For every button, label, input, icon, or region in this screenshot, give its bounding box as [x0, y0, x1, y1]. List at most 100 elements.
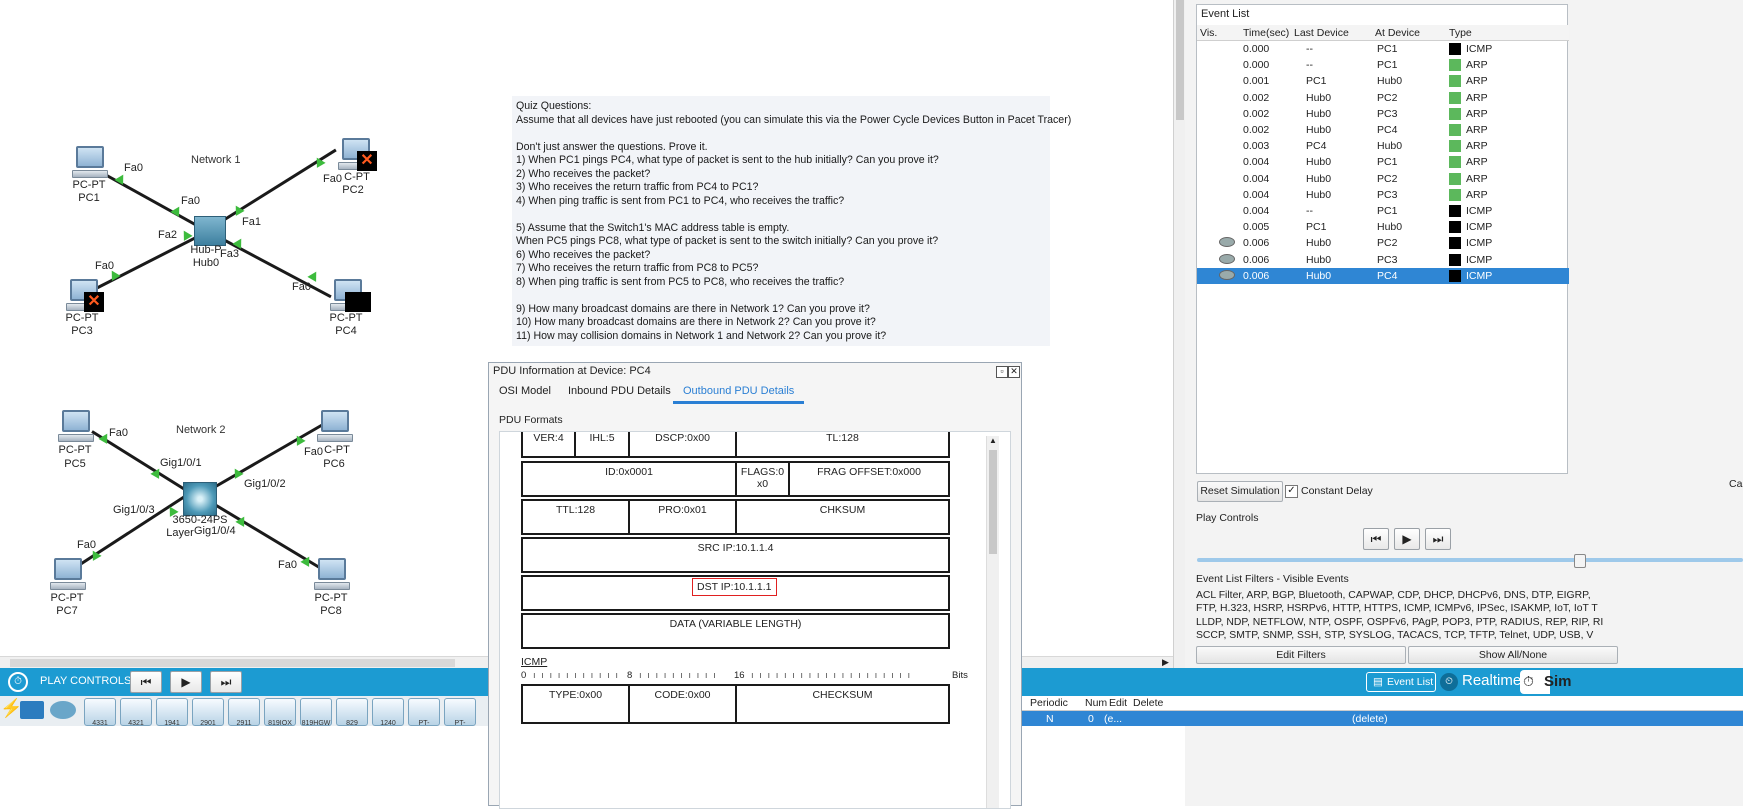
- play-button[interactable]: ▶: [1394, 528, 1420, 550]
- timer-icon[interactable]: ⏱: [8, 672, 28, 692]
- device-tile[interactable]: 1941: [156, 698, 188, 726]
- col-last-device: Last Device: [1294, 27, 1349, 39]
- tab-outbound-pdu[interactable]: Outbound PDU Details: [673, 385, 805, 404]
- device-tile[interactable]: 4321: [120, 698, 152, 726]
- event-row[interactable]: 0.002 Hub0 PC4 ARP: [1197, 122, 1569, 138]
- ip-ttl-field: TTL:128: [521, 499, 630, 535]
- bit-8: 8: [627, 670, 633, 681]
- reset-simulation-button[interactable]: Reset Simulation: [1197, 481, 1283, 502]
- event-row[interactable]: 0.005 PC1 Hub0 ICMP: [1197, 219, 1569, 235]
- event-color-swatch[interactable]: [1449, 269, 1461, 282]
- col-vis: Vis.: [1200, 27, 1218, 39]
- event-row[interactable]: 0.000 -- PC1 ARP: [1197, 57, 1569, 73]
- event-row[interactable]: 0.002 Hub0 PC2 ARP: [1197, 90, 1569, 106]
- filters-line: ACL Filter, ARP, BGP, Bluetooth, CAPWAP,…: [1196, 590, 1591, 601]
- event-row[interactable]: 0.006 Hub0 PC2 ICMP: [1197, 235, 1569, 251]
- event-row[interactable]: 0.004 -- PC1 ICMP: [1197, 203, 1569, 219]
- event-color-swatch[interactable]: [1449, 172, 1461, 185]
- pdu-scrollbar[interactable]: ▲: [986, 436, 999, 808]
- device-tile[interactable]: 819HGW: [300, 698, 332, 726]
- device-tile[interactable]: PT-Empty: [444, 698, 476, 726]
- pc-icon[interactable]: [314, 558, 350, 592]
- visibility-eye-icon[interactable]: [1219, 253, 1235, 264]
- switch-icon[interactable]: [183, 482, 217, 516]
- constant-delay-checkbox[interactable]: ✓: [1285, 485, 1298, 498]
- bottom-step-forward-button[interactable]: ⏭: [210, 671, 242, 693]
- realtime-mode-tab[interactable]: Realtime: [1462, 672, 1521, 689]
- tab-osi-model[interactable]: OSI Model: [499, 385, 551, 401]
- cloud-icon[interactable]: [50, 701, 76, 719]
- restore-icon[interactable]: ▫: [996, 366, 1008, 378]
- event-color-swatch[interactable]: [1449, 124, 1461, 136]
- edit-filters-button[interactable]: Edit Filters: [1196, 646, 1406, 664]
- device-tile[interactable]: 1240: [372, 698, 404, 726]
- simulation-mode-tab[interactable]: ⏱ Sim: [1520, 670, 1572, 694]
- stopwatch-icon: ⏱: [1523, 673, 1534, 689]
- hub-icon[interactable]: [194, 216, 226, 246]
- close-icon[interactable]: ✕: [1008, 366, 1020, 378]
- event-color-swatch[interactable]: [1449, 59, 1461, 72]
- show-all-none-button[interactable]: Show All/None: [1408, 646, 1618, 664]
- event-row[interactable]: 0.004 Hub0 PC3 ARP: [1197, 187, 1569, 203]
- pdu-window-title: PDU Information at Device: PC4: [493, 365, 651, 377]
- event-row[interactable]: 0.003 PC4 Hub0 ARP: [1197, 138, 1569, 154]
- step-back-button[interactable]: ⏮: [1363, 528, 1389, 550]
- scroll-thumb[interactable]: [1176, 0, 1184, 120]
- event-row[interactable]: 0.004 Hub0 PC2 ARP: [1197, 171, 1569, 187]
- event-type: ARP: [1466, 59, 1488, 72]
- speed-slider[interactable]: [1197, 554, 1743, 568]
- pdu-edit[interactable]: (e...: [1104, 713, 1122, 725]
- device-tile[interactable]: 829: [336, 698, 368, 726]
- bottom-play-button[interactable]: ▶: [170, 671, 202, 693]
- scroll-thumb[interactable]: [10, 659, 455, 667]
- pc-icon[interactable]: [317, 410, 353, 444]
- device-tile[interactable]: 819IOX: [264, 698, 296, 726]
- event-row[interactable]: 0.006 Hub0 PC4 ICMP: [1197, 267, 1569, 284]
- scroll-up-icon[interactable]: ▲: [987, 436, 999, 445]
- event-color-swatch[interactable]: [1449, 156, 1461, 169]
- pdu-delete[interactable]: (delete): [1352, 713, 1388, 725]
- capture-label: Ca: [1729, 478, 1743, 490]
- constant-delay-label: Constant Delay: [1301, 485, 1373, 497]
- realtime-clock-icon[interactable]: ⏲: [1440, 673, 1458, 691]
- device-tile[interactable]: 2911: [228, 698, 260, 726]
- user-pdu-row[interactable]: N 0 (e... (delete): [1020, 711, 1743, 726]
- pc-icon[interactable]: [58, 410, 94, 444]
- event-color-swatch[interactable]: [1449, 91, 1461, 104]
- scroll-thumb[interactable]: [989, 450, 997, 554]
- event-row[interactable]: 0.004 Hub0 PC1 ARP: [1197, 154, 1569, 170]
- event-row[interactable]: 0.006 Hub0 PC3 ICMP: [1197, 252, 1569, 268]
- event-row[interactable]: 0.002 Hub0 PC3 ARP: [1197, 106, 1569, 122]
- event-color-swatch[interactable]: [1449, 107, 1461, 120]
- event-last-device: Hub0: [1306, 107, 1332, 120]
- pc-icon[interactable]: [72, 146, 108, 180]
- step-forward-button[interactable]: ⏭: [1425, 528, 1451, 550]
- device-tile[interactable]: 4331: [84, 698, 116, 726]
- device-tile[interactable]: PT-Router: [408, 698, 440, 726]
- event-color-swatch[interactable]: [1449, 237, 1461, 250]
- event-color-swatch[interactable]: [1449, 205, 1461, 217]
- event-color-swatch[interactable]: [1449, 253, 1461, 266]
- visibility-eye-icon[interactable]: [1219, 269, 1235, 280]
- folder-icon[interactable]: [20, 701, 44, 719]
- ip-frag-offset-field: FRAG OFFSET:0x000: [788, 461, 950, 497]
- event-color-swatch[interactable]: [1449, 221, 1461, 234]
- event-color-swatch[interactable]: [1449, 188, 1461, 201]
- event-list-toggle[interactable]: ▤ Event List: [1366, 672, 1436, 692]
- device-tile-label: 819HGW: [301, 720, 331, 726]
- speed-slider-thumb[interactable]: [1574, 554, 1587, 568]
- event-color-swatch[interactable]: [1449, 140, 1461, 153]
- event-last-device: Hub0: [1306, 253, 1332, 266]
- event-color-swatch[interactable]: [1449, 43, 1461, 55]
- bottom-step-back-button[interactable]: ⏮: [130, 671, 162, 693]
- pc-icon[interactable]: [50, 558, 86, 592]
- scroll-right-icon[interactable]: ▶: [1162, 657, 1169, 668]
- tab-inbound-pdu[interactable]: Inbound PDU Details: [568, 385, 671, 401]
- play-controls-title: Play Controls: [1196, 512, 1259, 524]
- event-row[interactable]: 0.000 -- PC1 ICMP: [1197, 41, 1569, 57]
- visibility-eye-icon[interactable]: [1219, 237, 1235, 248]
- device-tile[interactable]: 2901: [192, 698, 224, 726]
- event-row[interactable]: 0.001 PC1 Hub0 ARP: [1197, 73, 1569, 89]
- power-off-icon: ✕: [357, 151, 377, 171]
- event-color-swatch[interactable]: [1449, 75, 1461, 88]
